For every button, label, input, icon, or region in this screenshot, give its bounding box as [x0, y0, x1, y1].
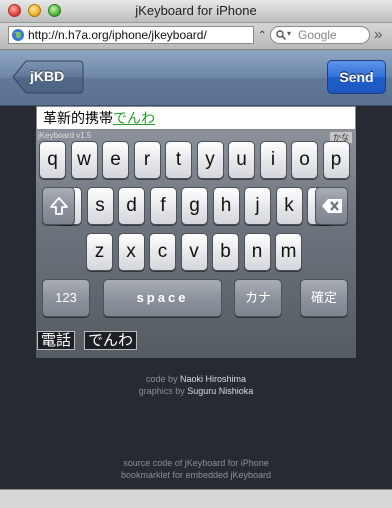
browser-toolbar: http://n.h7a.org/iphone/jkeyboard/ ▾ Goo… [0, 23, 392, 50]
bookmarklet-link[interactable]: bookmarklet for embedded jKeyboard [0, 470, 392, 480]
backspace-key[interactable] [315, 187, 348, 225]
composing-text: でんわ [113, 110, 155, 126]
committed-text: 革新的携帯 [43, 110, 113, 126]
key-d[interactable]: d [118, 187, 145, 225]
key-u[interactable]: u [228, 141, 255, 179]
key-p[interactable]: p [322, 141, 350, 179]
back-button[interactable]: jKBD [12, 60, 84, 94]
code-credit-prefix: code by [145, 374, 178, 384]
candidate-1[interactable]: 電話 [37, 331, 76, 350]
code-credit: code by Naoki Hiroshima [0, 374, 392, 384]
key-y[interactable]: y [196, 141, 224, 179]
key-g[interactable]: g [181, 187, 208, 225]
key-w[interactable]: w [70, 141, 98, 179]
key-o[interactable]: o [291, 141, 318, 179]
window-title: jKeyboard for iPhone [135, 3, 257, 18]
code-author-link[interactable]: Naoki Hiroshima [180, 374, 246, 384]
key-b[interactable]: b [212, 233, 239, 271]
key-q[interactable]: q [39, 141, 66, 179]
source-code-link[interactable]: source code of jKeyboard for iPhone [0, 458, 392, 468]
key-t[interactable]: t [165, 141, 192, 179]
search-field[interactable]: ▾ Google [270, 26, 370, 44]
key-v[interactable]: v [180, 233, 208, 271]
key-e[interactable]: e [102, 141, 129, 179]
key-h[interactable]: h [212, 187, 240, 225]
kana-key[interactable]: カナ [234, 279, 282, 317]
window-bottom-bar [0, 489, 392, 508]
delete-icon [321, 199, 342, 213]
search-placeholder: Google [298, 28, 337, 42]
back-button-label: jKBD [30, 68, 65, 84]
key-x[interactable]: x [117, 233, 145, 271]
graphics-author-link[interactable]: Suguru Nishioka [187, 386, 253, 396]
key-s[interactable]: s [86, 187, 114, 225]
search-icon [276, 30, 286, 40]
numbers-key[interactable]: 123 [42, 279, 90, 317]
key-z[interactable]: z [86, 233, 113, 271]
address-bar[interactable]: http://n.h7a.org/iphone/jkeyboard/ [8, 26, 254, 44]
key-c[interactable]: c [149, 233, 176, 271]
url-text: http://n.h7a.org/iphone/jkeyboard/ [28, 28, 207, 42]
confirm-key[interactable]: 確定 [300, 279, 348, 317]
window-titlebar: jKeyboard for iPhone [0, 0, 392, 23]
key-j[interactable]: j [244, 187, 271, 225]
keyboard-version: jKeyboard v1.5 [38, 131, 92, 140]
graphics-credit-prefix: graphics by [138, 386, 185, 396]
key-m[interactable]: m [275, 233, 302, 271]
text-input[interactable]: 革新的携帯でんわ [36, 106, 356, 130]
url-history-arrow-icon[interactable]: ⌃ [258, 30, 266, 41]
key-f[interactable]: f [149, 187, 177, 225]
key-n[interactable]: n [243, 233, 271, 271]
candidate-2[interactable]: でんわ [84, 331, 138, 350]
send-button[interactable]: Send [327, 60, 386, 94]
keyboard: jKeyboard v1.5 かな qwertyuiop asdfghjkl z… [36, 130, 356, 358]
key-i[interactable]: i [259, 141, 287, 179]
toolbar-overflow-icon[interactable]: » [374, 26, 382, 43]
key-r[interactable]: r [133, 141, 161, 179]
shift-arrow-icon [49, 197, 68, 215]
key-k[interactable]: k [275, 187, 303, 225]
nav-bar: jKBD Send [0, 50, 392, 106]
globe-icon [12, 29, 24, 41]
space-key[interactable]: space [103, 279, 222, 317]
shift-key[interactable] [42, 187, 75, 225]
search-menu-arrow-icon[interactable]: ▾ [287, 29, 291, 38]
graphics-credit: graphics by Suguru Nishioka [0, 386, 392, 396]
